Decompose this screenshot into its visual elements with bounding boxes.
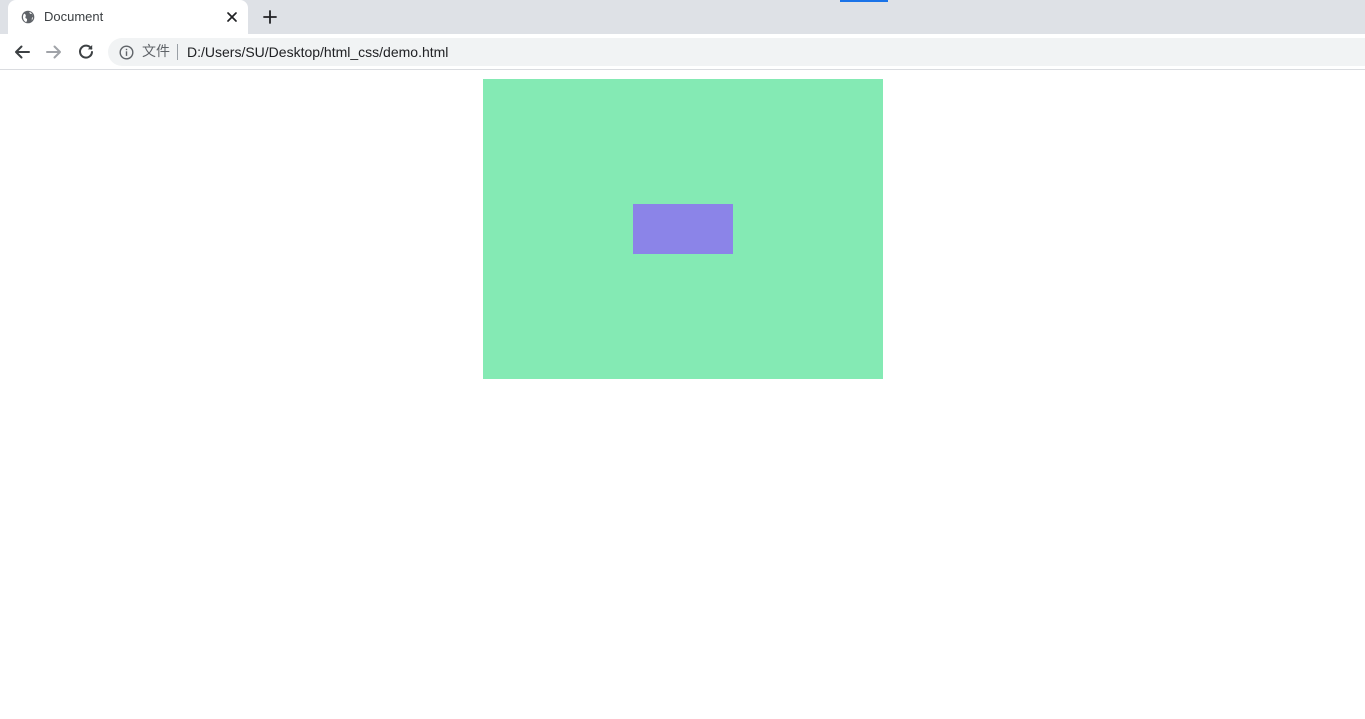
page-viewport <box>0 71 1365 719</box>
inner-box <box>633 204 733 254</box>
arrow-right-icon <box>45 43 63 61</box>
close-icon[interactable] <box>224 9 240 25</box>
address-bar-divider <box>177 44 178 60</box>
forward-button[interactable] <box>43 41 65 63</box>
browser-toolbar: 文件 D:/Users/SU/Desktop/html_css/demo.htm… <box>0 34 1365 70</box>
info-icon[interactable] <box>118 44 134 60</box>
tab-title: Document <box>44 9 104 24</box>
plus-icon <box>263 10 277 24</box>
url-text[interactable]: D:/Users/SU/Desktop/html_css/demo.html <box>187 44 448 60</box>
reload-button[interactable] <box>75 41 97 63</box>
back-button[interactable] <box>11 41 33 63</box>
new-tab-button[interactable] <box>260 7 280 27</box>
arrow-left-icon <box>13 43 31 61</box>
tab-document[interactable]: Document <box>8 0 248 34</box>
address-bar[interactable]: 文件 D:/Users/SU/Desktop/html_css/demo.htm… <box>108 38 1365 66</box>
globe-icon <box>21 10 35 24</box>
tab-strip-indicator <box>840 0 888 2</box>
scheme-label: 文件 <box>142 44 170 60</box>
tab-strip: Document <box>0 0 1365 34</box>
outer-box <box>483 79 883 379</box>
reload-icon <box>77 43 95 61</box>
